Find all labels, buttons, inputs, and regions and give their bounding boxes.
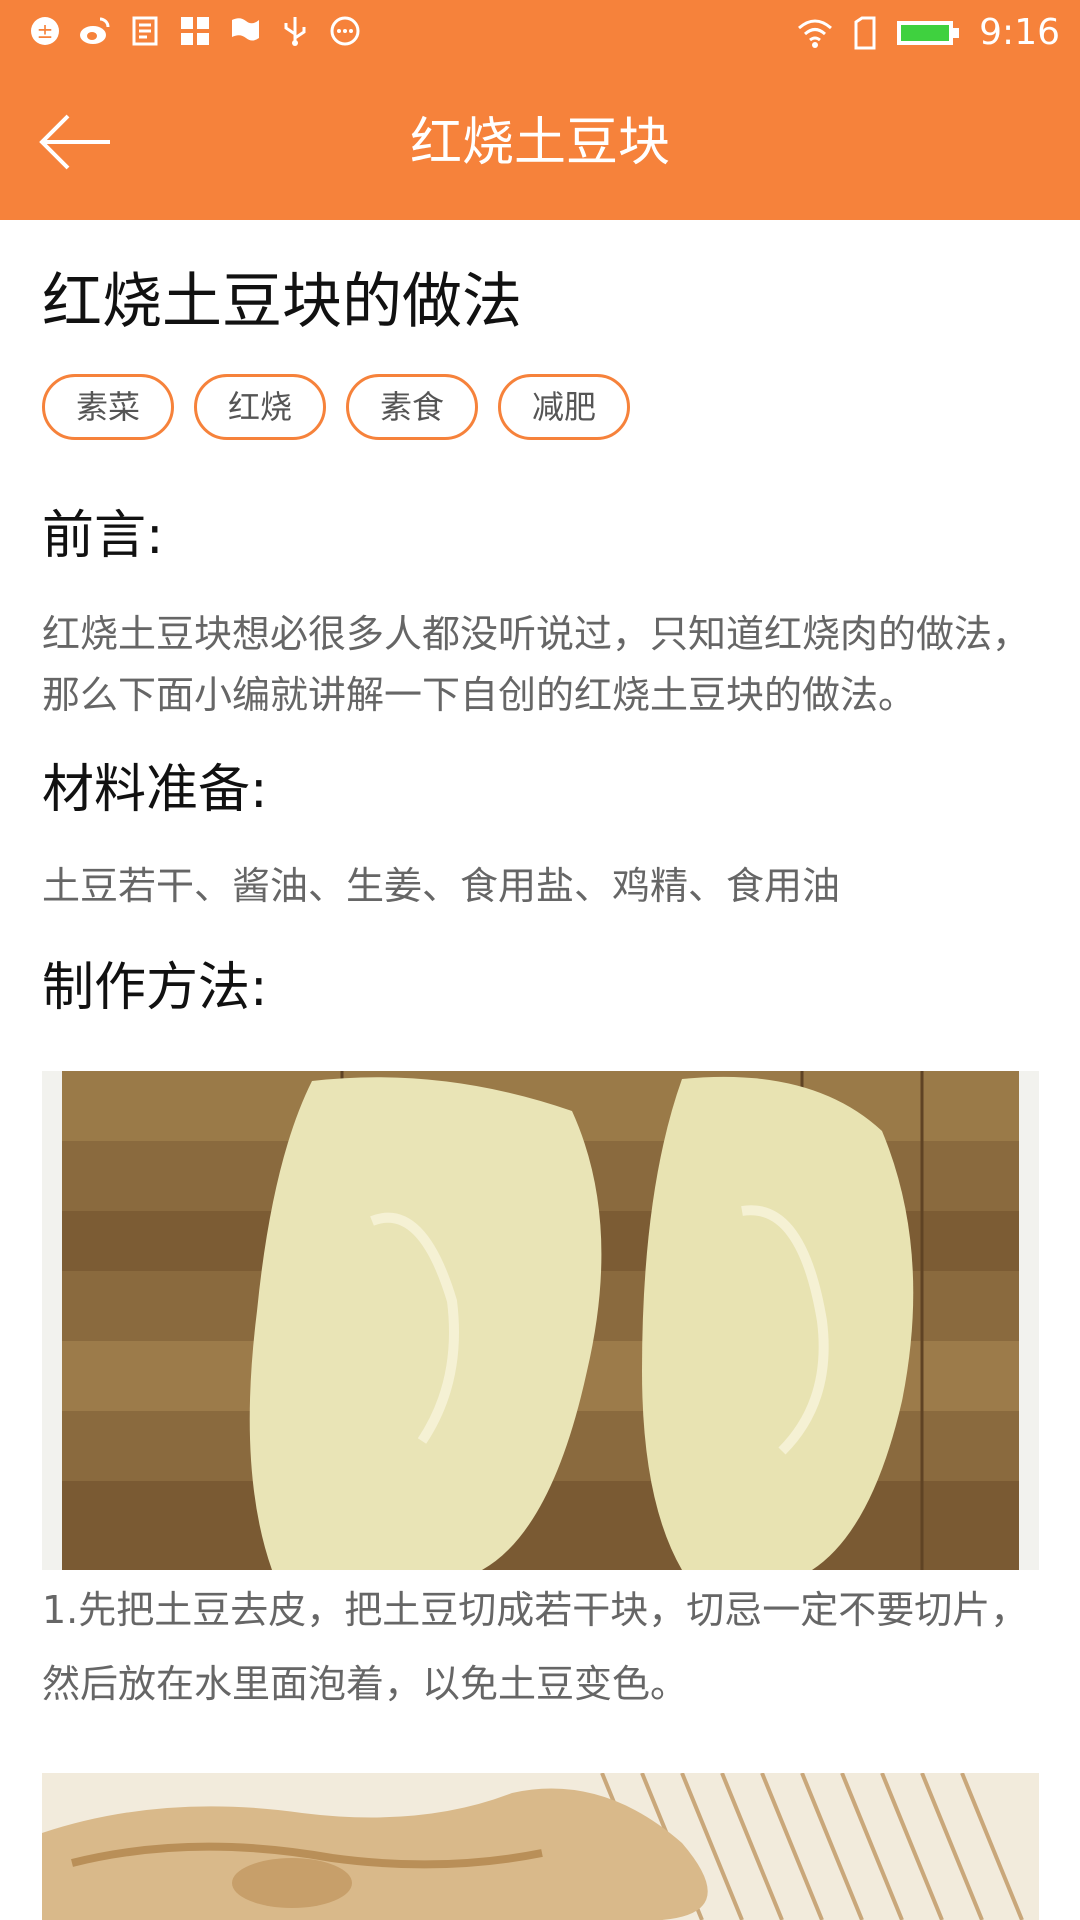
svg-text:±: ± xyxy=(37,19,54,43)
intro-heading: 前言: xyxy=(42,506,164,566)
tag-chip[interactable]: 素食 xyxy=(346,374,478,440)
system-indicators: 9:16 xyxy=(795,10,1060,56)
peeled-potatoes-photo xyxy=(42,1071,1039,1570)
tag-chip[interactable]: 红烧 xyxy=(194,374,326,440)
ingredients-text: 土豆若干、酱油、生姜、食用盐、鸡精、食用油 xyxy=(42,864,841,908)
ginger-photo xyxy=(42,1773,1039,1920)
method-heading: 制作方法: xyxy=(42,958,268,1018)
app-bar: 红烧土豆块 xyxy=(0,66,1080,220)
more-dots-icon xyxy=(330,16,360,46)
battery-icon xyxy=(897,21,960,45)
notification-icons: ± xyxy=(28,14,362,48)
sync-icon: ± xyxy=(31,17,59,45)
intro-text: 红烧土豆块想必很多人都没听说过，只知道红烧肉的做法，那么下面小编就讲解一下自创的… xyxy=(42,612,1031,717)
notes-icon xyxy=(132,16,158,46)
ingredients-heading: 材料准备: xyxy=(42,760,268,820)
step-1-text: 1.先把土豆去皮，把土豆切成若干块，切忌一定不要切片，然后放在水里面泡着，以免土… xyxy=(42,1588,1029,1706)
wifi-icon xyxy=(798,19,833,48)
tag-list: 素菜 红烧 素食 减肥 xyxy=(42,374,630,440)
page-title: 红烧土豆块的做法 xyxy=(42,267,522,337)
apps-icon xyxy=(181,17,209,45)
tag-chip[interactable]: 素菜 xyxy=(42,374,174,440)
usb-icon xyxy=(284,17,306,46)
status-bar: ± 9:16 xyxy=(0,0,1080,66)
sim-icon xyxy=(854,16,876,50)
flag-icon xyxy=(232,18,259,44)
weibo-icon xyxy=(80,17,110,44)
app-bar-title: 红烧土豆块 xyxy=(409,113,670,173)
tag-chip[interactable]: 减肥 xyxy=(498,374,630,440)
clock: 9:16 xyxy=(979,12,1060,53)
